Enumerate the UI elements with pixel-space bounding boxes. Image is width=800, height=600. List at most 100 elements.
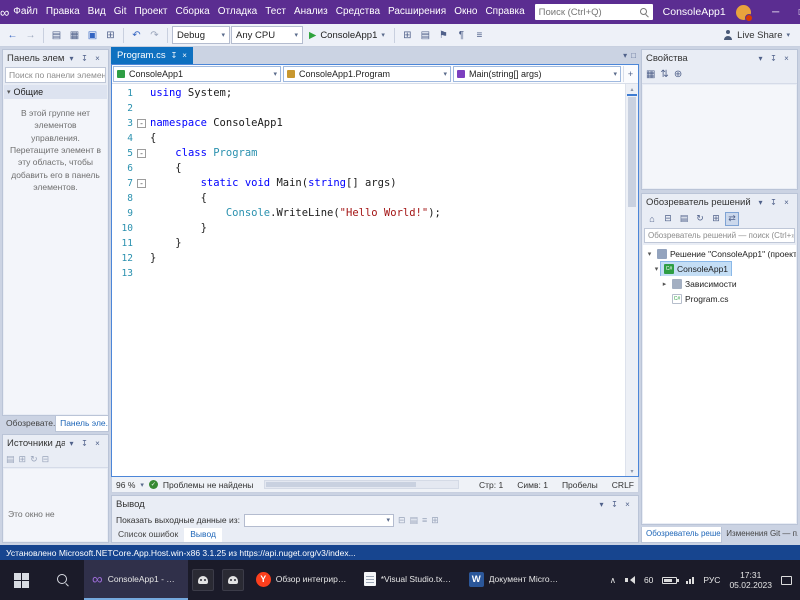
redo-icon[interactable]: ↷ bbox=[146, 26, 163, 45]
code-line[interactable]: Console.WriteLine("Hello World!"); bbox=[150, 206, 625, 221]
window-position-icon[interactable]: ▾ bbox=[65, 439, 78, 448]
scroll-up-icon[interactable]: ▴ bbox=[626, 84, 638, 94]
close-icon[interactable]: × bbox=[91, 54, 104, 63]
configure-icon[interactable]: ⊞ bbox=[19, 454, 27, 465]
attach-icon[interactable]: ⊞ bbox=[399, 26, 416, 45]
battery-icon[interactable] bbox=[662, 576, 680, 584]
tab-program-cs[interactable]: Program.cs ↧ × bbox=[111, 47, 193, 64]
close-icon[interactable]: × bbox=[780, 54, 793, 63]
word-wrap-icon[interactable]: ▤ bbox=[410, 515, 419, 526]
start-button[interactable] bbox=[0, 560, 42, 600]
menu-test[interactable]: Тест bbox=[261, 0, 290, 24]
menu-analyze[interactable]: Анализ bbox=[290, 0, 332, 24]
new-file-icon[interactable]: ▤ bbox=[48, 26, 65, 45]
open-file-icon[interactable]: ▦ bbox=[66, 26, 83, 45]
menu-edit[interactable]: Правка bbox=[42, 0, 84, 24]
menu-extensions[interactable]: Расширения bbox=[384, 0, 450, 24]
auto-hide-pin-icon[interactable]: ↧ bbox=[767, 54, 780, 63]
toolbox-search-input[interactable]: Поиск по панели элемен bbox=[5, 67, 106, 83]
code-line[interactable]: class Program bbox=[150, 146, 625, 161]
code-line[interactable] bbox=[150, 266, 625, 281]
solution-platform-dropdown[interactable]: Any CPU ▾ bbox=[231, 26, 303, 44]
auto-hide-pin-icon[interactable]: ↧ bbox=[608, 500, 621, 509]
menu-project[interactable]: Проект bbox=[131, 0, 172, 24]
categorized-view-icon[interactable]: ▦ bbox=[646, 69, 655, 80]
taskbar-pinned-app-1[interactable] bbox=[188, 560, 218, 600]
split-editor-icon[interactable]: + bbox=[623, 66, 637, 82]
auto-hide-pin-icon[interactable]: ↧ bbox=[78, 54, 91, 63]
zoom-level-dropdown[interactable]: 96 % bbox=[116, 480, 135, 490]
code-line[interactable]: } bbox=[150, 221, 625, 236]
taskbar-clock[interactable]: 17:31 05.02.2023 bbox=[729, 570, 772, 590]
auto-hide-pin-icon[interactable]: ↧ bbox=[767, 198, 780, 207]
start-debugging-button[interactable]: ▶ ConsoleApp1 ▾ bbox=[304, 26, 390, 45]
menu-debug[interactable]: Отладка bbox=[214, 0, 262, 24]
account-avatar[interactable] bbox=[735, 4, 753, 22]
preview-icon[interactable]: ▤ bbox=[417, 26, 434, 45]
minimize-button[interactable]: ─ bbox=[763, 0, 789, 24]
menu-window[interactable]: Окно bbox=[450, 0, 481, 24]
document-health-indicator[interactable]: Проблемы не найдены bbox=[163, 480, 254, 490]
tab-server-explorer[interactable]: Обозревате... bbox=[2, 416, 55, 432]
close-icon[interactable]: × bbox=[91, 439, 104, 448]
settings-icon[interactable]: ⊞ bbox=[431, 515, 439, 526]
tab-solution-explorer[interactable]: Обозреватель реше... bbox=[641, 527, 723, 543]
close-icon[interactable]: × bbox=[780, 198, 793, 207]
expander-icon[interactable]: ▾ bbox=[645, 250, 654, 258]
undo-icon[interactable]: ↶ bbox=[128, 26, 145, 45]
fold-toggle-icon[interactable]: - bbox=[137, 149, 146, 158]
fold-toggle-icon[interactable]: - bbox=[137, 119, 146, 128]
close-icon[interactable]: × bbox=[182, 51, 187, 60]
solution-explorer-title-bar[interactable]: Обозреватель решений ▾ ↧ × bbox=[642, 194, 797, 210]
code-line[interactable]: static void Main(string[] args) bbox=[150, 176, 625, 191]
window-position-icon[interactable]: ▾ bbox=[754, 54, 767, 63]
show-all-files-icon[interactable]: ▤ bbox=[677, 212, 691, 226]
taskbar-app-browser[interactable]: Y Обзор интегриров... bbox=[248, 560, 356, 600]
live-share-button[interactable]: Live Share ▾ bbox=[723, 30, 796, 41]
code-line[interactable]: { bbox=[150, 191, 625, 206]
taskbar-search-button[interactable] bbox=[42, 560, 84, 600]
code-line[interactable]: { bbox=[150, 131, 625, 146]
show-whitespace-icon[interactable]: ¶ bbox=[453, 26, 470, 45]
toolbox-group-general[interactable]: ▾ Общие bbox=[4, 85, 107, 99]
menu-build[interactable]: Сборка bbox=[171, 0, 213, 24]
menu-view[interactable]: Вид bbox=[84, 0, 110, 24]
code-line[interactable]: namespace ConsoleApp1 bbox=[150, 116, 625, 131]
taskbar-pinned-app-2[interactable] bbox=[218, 560, 248, 600]
refresh-icon[interactable]: ↻ bbox=[30, 454, 38, 465]
window-position-icon[interactable]: ▾ bbox=[65, 54, 78, 63]
editor-vertical-scrollbar[interactable]: ▴ ▾ bbox=[625, 84, 638, 476]
window-position-icon[interactable]: ▾ bbox=[754, 198, 767, 207]
project-dropdown[interactable]: ConsoleApp1 ▾ bbox=[113, 66, 281, 82]
menu-file[interactable]: Файл bbox=[9, 0, 42, 24]
member-dropdown[interactable]: Main(string[] args) ▾ bbox=[453, 66, 621, 82]
code-line[interactable]: } bbox=[150, 236, 625, 251]
bookmark-icon[interactable]: ⚑ bbox=[435, 26, 452, 45]
auto-hide-pin-icon[interactable]: ↧ bbox=[78, 439, 91, 448]
tab-git-changes[interactable]: Изменения Git — п... bbox=[722, 527, 798, 543]
notification-center-icon[interactable] bbox=[781, 575, 792, 585]
output-title-bar[interactable]: Вывод ▾ ↧ × bbox=[112, 496, 638, 512]
tree-item-solution[interactable]: ▾ Решение "ConsoleApp1" (проекты: 1 из 1… bbox=[643, 246, 796, 261]
expander-icon[interactable]: ▸ bbox=[660, 280, 669, 288]
close-icon[interactable]: × bbox=[621, 500, 634, 509]
type-dropdown[interactable]: ConsoleApp1.Program ▾ bbox=[283, 66, 451, 82]
tree-item-dependencies[interactable]: ▸ Зависимости bbox=[643, 276, 796, 291]
selected-tree-item[interactable]: C# ConsoleApp1 bbox=[659, 261, 733, 276]
messages-icon[interactable]: ≡ bbox=[422, 515, 427, 526]
add-source-icon[interactable]: ▤ bbox=[6, 454, 15, 465]
tab-output[interactable]: Вывод bbox=[184, 528, 222, 542]
pin-icon[interactable]: ↧ bbox=[171, 51, 178, 60]
code-line[interactable]: } bbox=[150, 251, 625, 266]
properties-icon[interactable]: ⊞ bbox=[709, 212, 723, 226]
save-all-icon[interactable]: ⊞ bbox=[102, 26, 119, 45]
window-position-icon[interactable]: ▾ bbox=[595, 500, 608, 509]
maximize-button[interactable]: □ bbox=[789, 0, 800, 24]
menu-git[interactable]: Git bbox=[110, 0, 131, 24]
volume-icon[interactable] bbox=[624, 575, 635, 585]
home-icon[interactable]: ⌂ bbox=[645, 212, 659, 226]
tree-item-program-cs[interactable]: C# Program.cs bbox=[643, 291, 796, 306]
quick-launch-search-input[interactable]: Поиск (Ctrl+Q) bbox=[534, 4, 653, 20]
navigate-back-icon[interactable]: ← bbox=[4, 26, 21, 45]
save-icon[interactable]: ▣ bbox=[84, 26, 101, 45]
